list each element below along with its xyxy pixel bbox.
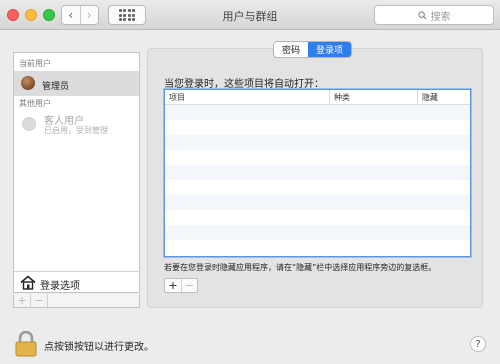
table-row [165, 210, 470, 225]
table-row [165, 150, 470, 165]
tab-password[interactable]: 密码 [274, 42, 308, 57]
admin-label: 管理员 [42, 82, 70, 92]
remove-user-button[interactable]: − [31, 294, 48, 307]
column-header-hide[interactable]: 隐藏 [417, 90, 470, 104]
search-icon [417, 10, 427, 20]
column-header-item[interactable]: 项目 [165, 90, 329, 104]
login-items-add-remove: + − [164, 278, 198, 293]
add-login-item-button[interactable]: + [165, 279, 181, 292]
table-row [165, 105, 470, 120]
guest-status: 已启用，受到管理 [44, 126, 108, 135]
help-icon[interactable]: ? [470, 336, 486, 352]
table-header: 项目 种类 隐藏 [165, 90, 470, 105]
add-user-button[interactable]: + [14, 294, 31, 307]
login-items-table[interactable]: 项目 种类 隐藏 [164, 89, 471, 257]
house-icon [20, 275, 36, 290]
search-placeholder: 搜索 [430, 11, 451, 23]
login-options-label: 登录选项 [40, 281, 80, 292]
column-header-kind[interactable]: 种类 [329, 90, 417, 104]
avatar [21, 76, 35, 90]
tab-login-items[interactable]: 登录项 [308, 42, 352, 57]
table-row [165, 120, 470, 135]
remove-login-item-button[interactable]: − [181, 279, 197, 292]
table-row [165, 195, 470, 210]
current-users-heading: 当前用户 [19, 59, 51, 68]
table-row [165, 165, 470, 180]
tab-bar: 密码 登录项 [273, 41, 353, 58]
sidebar-bottom-bar: + − [13, 294, 140, 308]
table-row [165, 240, 470, 255]
users-sidebar: 当前用户 管理员 其他用户 客人用户 已启用，受到管理 登录选项 [13, 52, 140, 293]
user-item-admin[interactable]: 管理员 [14, 71, 139, 96]
table-row [165, 135, 470, 150]
lock-icon[interactable] [14, 331, 38, 357]
login-items-prompt: 当您登录时，这些项目将自动打开： [164, 79, 324, 90]
table-body [165, 105, 470, 255]
hide-hint-text: 若要在您登录时隐藏应用程序，请在“隐藏”栏中选择应用程序旁边的复选框。 [164, 263, 437, 272]
table-row [165, 180, 470, 195]
login-options-item[interactable]: 登录选项 [14, 271, 139, 293]
guest-avatar-icon [22, 117, 36, 131]
title-bar: ‹ › 用户与群组 搜索 [0, 0, 500, 30]
lock-instruction-text: 点按锁按钮以进行更改。 [44, 342, 154, 353]
other-users-heading: 其他用户 [19, 99, 51, 108]
table-row [165, 225, 470, 240]
search-field[interactable]: 搜索 [374, 5, 494, 25]
